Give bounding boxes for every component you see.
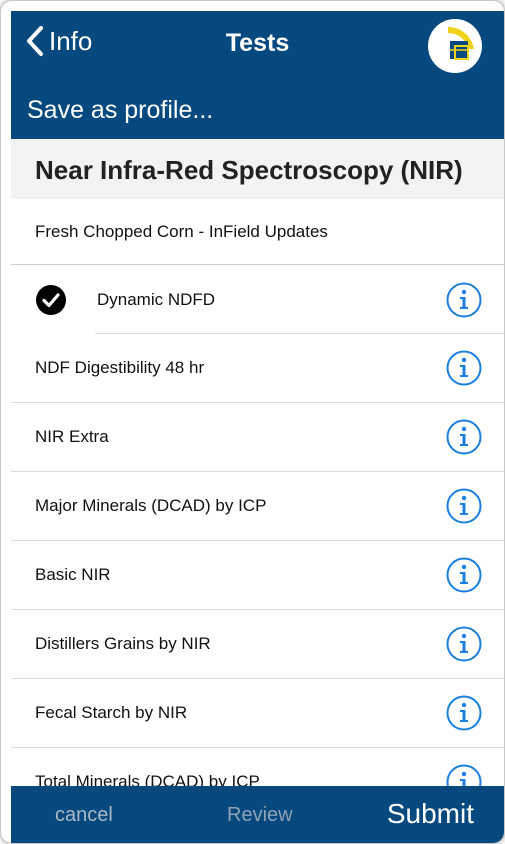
info-circle-icon[interactable] [446,350,482,386]
save-as-profile-button[interactable]: Save as profile... [11,81,504,139]
test-row-distillers-grains[interactable]: Distillers Grains by NIR [11,610,504,679]
test-row-basic-nir[interactable]: Basic NIR [11,541,504,610]
info-circle-icon[interactable] [446,557,482,593]
test-row-dynamic-ndfd[interactable]: Dynamic NDFD [11,266,504,334]
phone-frame: Info Tests Save as profile... Near Infra… [0,0,505,844]
info-circle-icon[interactable] [446,764,482,786]
info-circle-icon[interactable] [446,282,482,318]
info-circle-icon[interactable] [446,695,482,731]
bottom-toolbar: cancel Review Submit [11,786,504,843]
info-circle-icon[interactable] [446,419,482,455]
test-label: Total Minerals (DCAD) by ICP [35,772,260,786]
test-label: Fecal Starch by NIR [35,703,188,722]
checkmark-circle-icon [36,285,66,315]
test-row-nir-extra[interactable]: NIR Extra [11,403,504,472]
test-row-major-minerals[interactable]: Major Minerals (DCAD) by ICP [11,472,504,541]
submit-button[interactable]: Submit [387,798,474,830]
navigation-bar: Info Tests [11,11,504,81]
cancel-button[interactable]: cancel [55,804,113,827]
app-logo [428,19,482,73]
info-circle-icon[interactable] [446,626,482,662]
test-row-ndf-digestibility[interactable]: NDF Digestibility 48 hr [11,334,504,403]
test-row-total-minerals[interactable]: Total Minerals (DCAD) by ICP [11,748,504,786]
info-circle-icon[interactable] [446,488,482,524]
test-label: Major Minerals (DCAD) by ICP [35,496,267,515]
test-row-fecal-starch[interactable]: Fecal Starch by NIR [11,679,504,748]
review-button[interactable]: Review [227,804,293,827]
test-label: Distillers Grains by NIR [35,634,211,653]
test-label: NIR Extra [35,427,109,446]
section-header: Near Infra-Red Spectroscopy (NIR) [11,139,504,199]
test-label: NDF Digestibility 48 hr [35,358,205,377]
tests-list: Dynamic NDFD NDF Digestibility 48 hr NIR… [11,266,504,786]
test-label: Dynamic NDFD [97,290,216,309]
profile-row[interactable]: Fresh Chopped Corn - InField Updates [11,199,504,265]
test-label: Basic NIR [35,565,111,584]
